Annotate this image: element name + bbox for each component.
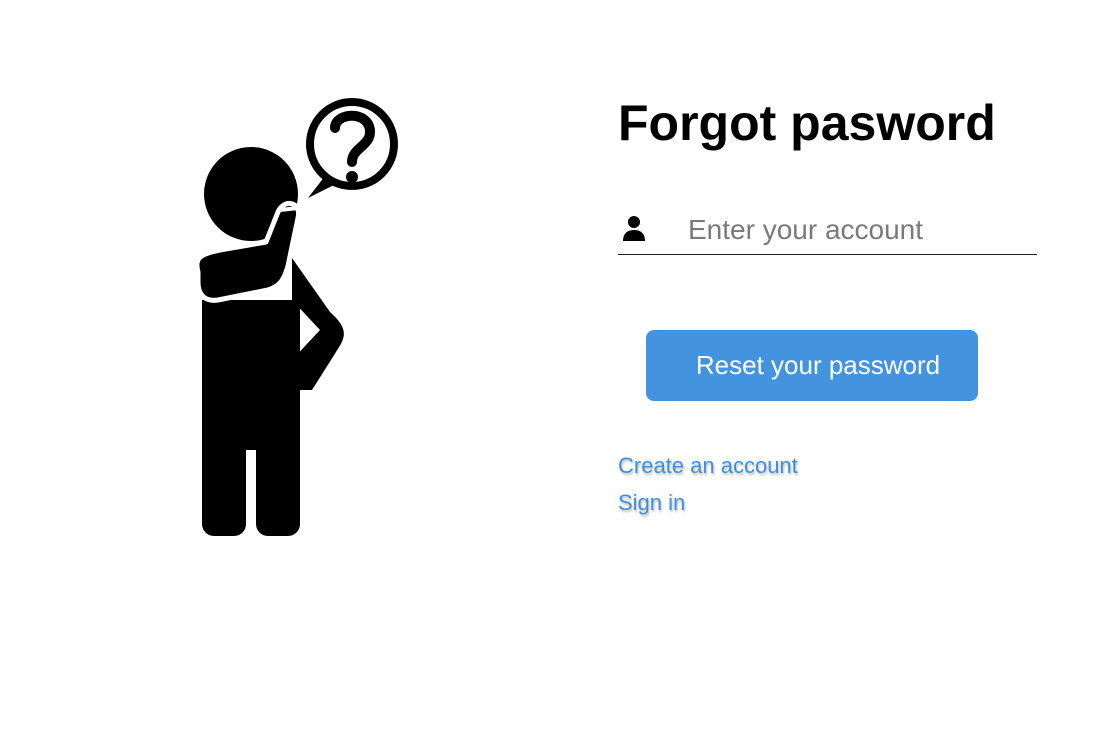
auth-links: Create an account Sign in [618, 447, 1038, 521]
reset-password-button[interactable]: Reset your password [646, 330, 978, 401]
user-icon [623, 216, 645, 241]
page-title: Forgot pasword [618, 95, 996, 151]
confused-person-question-icon [180, 90, 410, 540]
account-field [618, 208, 1037, 255]
forgot-password-page: Forgot pasword Reset your password Creat… [0, 0, 1093, 734]
sign-in-link[interactable]: Sign in [618, 484, 685, 521]
account-input[interactable] [688, 208, 1028, 252]
create-account-link[interactable]: Create an account [618, 447, 798, 484]
forgot-password-form: Forgot pasword Reset your password Creat… [618, 94, 1038, 521]
